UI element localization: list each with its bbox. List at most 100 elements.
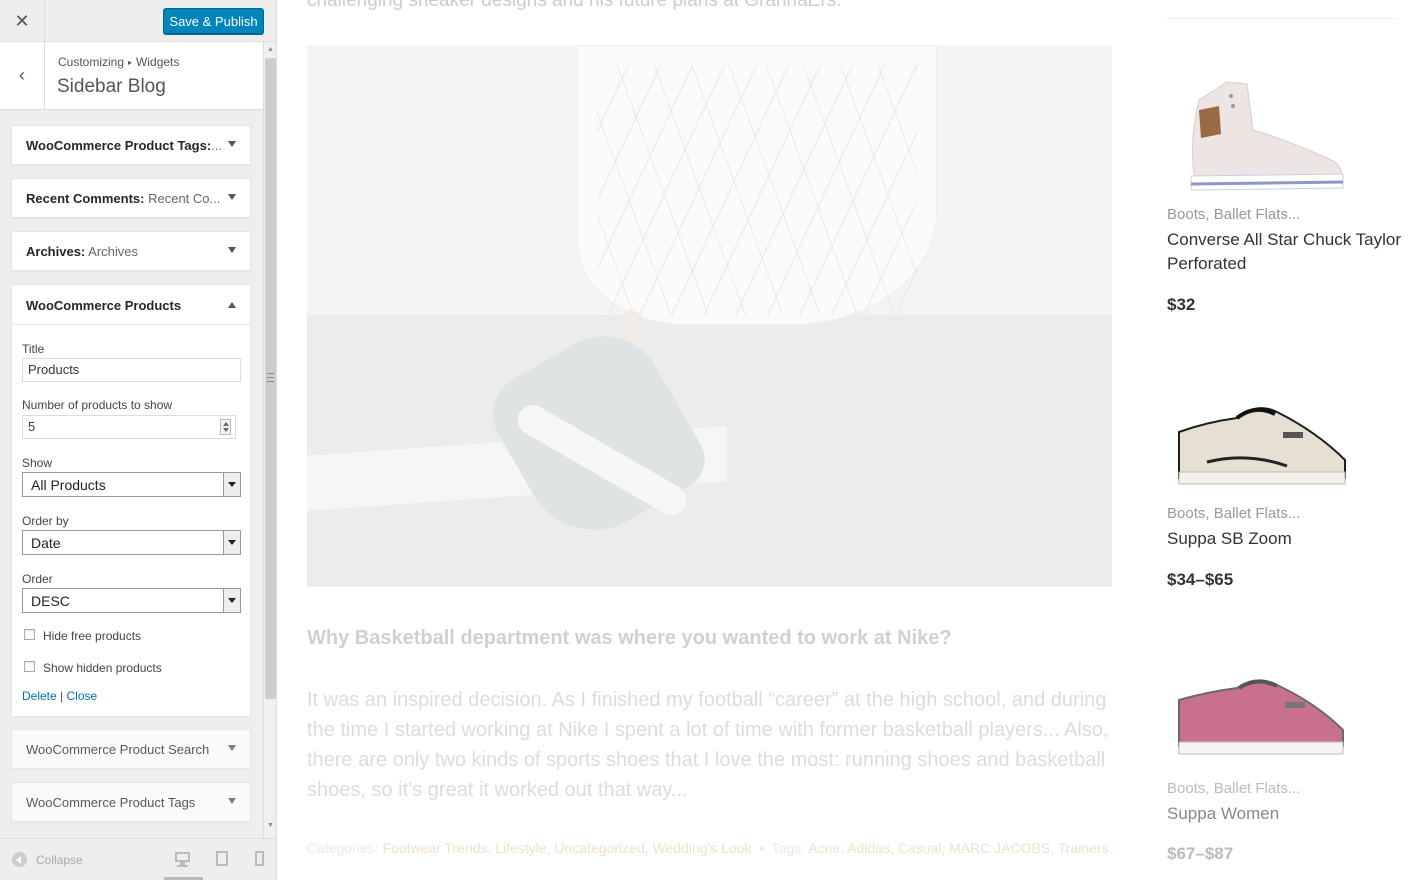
widget-title: WooCommerce Product Tags: [26, 138, 212, 153]
order-select[interactable]: DESC [22, 588, 241, 613]
orderby-label: Order by [22, 514, 69, 528]
expand-arrow-icon[interactable] [228, 141, 236, 147]
widget-recent-comments[interactable]: Recent Comments: Recent Co... [11, 178, 251, 218]
preview-desktop-button[interactable] [172, 849, 194, 869]
delete-link[interactable]: Delete [22, 689, 57, 703]
product-name[interactable]: Suppa SB Zoom [1167, 527, 1407, 551]
tags-label: Tags: [771, 840, 806, 856]
product-item: Boots, Ballet Flats... Converse All Star… [1167, 70, 1407, 314]
breadcrumb-arrow-icon: ▸ [128, 58, 133, 67]
widget-header[interactable]: WooCommerce Products [12, 285, 250, 325]
dropdown-arrow-icon[interactable] [223, 531, 240, 554]
title-input[interactable]: Products [22, 358, 241, 382]
categories-links[interactable]: Footwear Trends, Lifestyle, Uncategorize… [382, 840, 751, 856]
widget-title: Recent Comments: [26, 191, 145, 206]
tags-links[interactable]: Acne, Adidas, Casual, MARC JACOBS, Train… [808, 840, 1108, 856]
show-select[interactable]: All Products [22, 472, 241, 497]
product-image[interactable] [1167, 672, 1357, 792]
widget-actions: Delete | Close [22, 689, 97, 703]
widget-title: WooCommerce Products [26, 298, 182, 313]
order-label: Order [22, 572, 53, 586]
show-label: Show [22, 456, 53, 470]
widget-product-tags[interactable]: WooCommerce Product Tags [11, 782, 251, 822]
back-button[interactable]: ‹ [0, 42, 45, 109]
scrollbar-thumb[interactable] [265, 58, 276, 699]
widget-subtitle: Recent Co... [148, 191, 221, 206]
product-category[interactable]: Boots, Ballet Flats... [1167, 780, 1300, 797]
widget-subtitle: Archives [88, 244, 139, 259]
product-item: Boots, Ballet Flats... Suppa SB Zoom $34… [1167, 392, 1407, 589]
widget-title: WooCommerce Product Tags [26, 795, 196, 810]
preview-mobile-button[interactable] [249, 849, 271, 869]
collapse-arrow-icon[interactable] [228, 302, 236, 308]
collapse-icon [12, 852, 27, 867]
order-select-value: DESC [31, 593, 70, 609]
product-item fade: Boots, Ballet Flats... Suppa Women $67–$… [1167, 672, 1407, 863]
panel-scrollbar[interactable]: ▲ ▼ [263, 42, 276, 838]
close-icon: ✕ [14, 10, 30, 31]
save-publish-button[interactable]: Save & Publish [163, 8, 264, 34]
grip-icon [267, 373, 274, 382]
post-text-top: challenging sneaker designs and his futu… [307, 0, 842, 11]
product-price: $67–$87 [1167, 844, 1234, 863]
show-hidden-checkbox[interactable] [24, 661, 35, 672]
product-category[interactable]: Boots, Ballet Flats... [1167, 505, 1300, 522]
product-price: $32 [1167, 295, 1196, 314]
hide-free-label[interactable]: Hide free products [43, 629, 141, 643]
customizer-footer: Collapse [0, 838, 276, 880]
hide-free-checkbox[interactable] [24, 629, 35, 640]
widget-title: Archives: [26, 244, 86, 259]
number-input[interactable]: 5 [22, 415, 236, 439]
post-excerpt: It was an inspired decision. As I finish… [307, 689, 1109, 801]
customizer-panel: ✕ Save & Publish ‹ Customizing ▸ Widgets S… [0, 0, 277, 880]
show-select-value: All Products [31, 477, 106, 493]
tablet-icon [216, 851, 228, 866]
widget-product-tags-top[interactable]: WooCommerce Product Tags:... [11, 125, 251, 165]
scroll-up-arrow-icon[interactable]: ▲ [264, 46, 276, 56]
orderby-select[interactable]: Date [22, 530, 241, 555]
title-label: Title [22, 342, 45, 356]
preview-tablet-button[interactable] [211, 849, 233, 869]
product-image[interactable] [1167, 70, 1357, 191]
close-link[interactable]: Close [67, 689, 98, 703]
breadcrumb-root: Customizing [58, 55, 125, 69]
desktop-icon [175, 852, 190, 862]
collapse-button[interactable]: Collapse [12, 852, 83, 867]
widget-archives[interactable]: Archives: Archives [11, 231, 251, 271]
site-preview: challenging sneaker designs and his futu… [278, 0, 1425, 880]
post-title[interactable]: Why Basketball department was where you … [307, 627, 952, 650]
customizer-header: ✕ Save & Publish [0, 0, 276, 42]
close-customizer-button[interactable]: ✕ [0, 0, 45, 42]
post-meta: Categories: Footwear Trends, Lifestyle, … [307, 840, 1109, 856]
actions-separator: | [60, 689, 64, 703]
widget-subtitle: ... [211, 138, 222, 153]
scroll-down-arrow-icon[interactable]: ▼ [264, 822, 276, 832]
post-featured-image[interactable] [307, 45, 1112, 587]
breadcrumb-current: Widgets [136, 55, 180, 69]
widget-woocommerce-products: WooCommerce Products Title Products Numb… [11, 284, 251, 717]
product-name[interactable]: Suppa Women [1167, 802, 1407, 826]
product-name[interactable]: Converse All Star Chuck Taylor Perforate… [1167, 228, 1407, 276]
show-hidden-label[interactable]: Show hidden products [43, 661, 162, 675]
widget-product-search[interactable]: WooCommerce Product Search [11, 729, 251, 769]
dropdown-arrow-icon[interactable] [223, 589, 240, 612]
expand-arrow-icon[interactable] [228, 745, 236, 751]
number-spinner-icon[interactable] [220, 419, 231, 435]
divider [1167, 18, 1397, 19]
expand-arrow-icon[interactable] [228, 798, 236, 804]
expand-arrow-icon[interactable] [228, 194, 236, 200]
number-label: Number of products to show [22, 398, 173, 412]
collapse-label: Collapse [36, 852, 83, 867]
categories-label: Categories: [307, 840, 379, 856]
orderby-select-value: Date [31, 535, 61, 551]
mobile-icon [255, 851, 264, 866]
section-header: ‹ Customizing ▸ Widgets Sidebar Blog [0, 42, 263, 110]
product-image[interactable] [1167, 392, 1357, 512]
product-price: $34–$65 [1167, 570, 1234, 589]
widget-title: WooCommerce Product Search [26, 742, 210, 757]
dropdown-arrow-icon[interactable] [223, 473, 240, 496]
breadcrumb: Customizing ▸ Widgets [58, 55, 179, 69]
expand-arrow-icon[interactable] [228, 247, 236, 253]
section-title: Sidebar Blog [57, 76, 166, 97]
product-category[interactable]: Boots, Ballet Flats... [1167, 206, 1300, 223]
